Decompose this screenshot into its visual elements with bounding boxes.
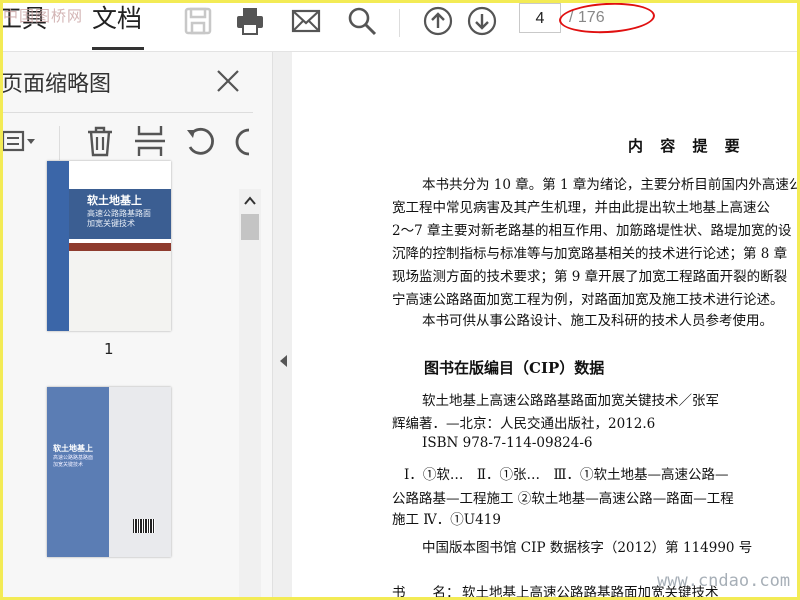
tab-tools[interactable]: 工具 (3, 3, 47, 51)
cip-line: Ⅰ．①软… Ⅱ．①张… Ⅲ．①软土地基—高速公路— (404, 467, 729, 483)
menu-icon[interactable] (3, 124, 37, 158)
cip-line: 辉编著．—北京：人民交通出版社，2012.6 (392, 416, 656, 432)
close-icon[interactable] (215, 68, 241, 94)
body-line: 2～7 章主要对新老路基的相互作用、加筋路堤性状、路堤加宽的设 (392, 223, 792, 239)
panel-divider (3, 112, 253, 113)
app-window: 工具 中国图桥网 文档 4 / 176 页面缩略图 软土地基上 高速公路路基路面… (0, 0, 800, 600)
thumbnail-title: 软土地基上 (87, 194, 142, 207)
panel-title: 页面缩略图 (1, 72, 112, 97)
body-line: 现场监测方面的技术要求；第 9 章开展了加宽工程路面开裂的断裂 (392, 269, 788, 285)
thumbnail-subtitle: 高速公路路基路面 加宽关键技术 (87, 209, 151, 228)
page-thumbnail-1[interactable]: 软土地基上 高速公路路基路面 加宽关键技术 (47, 161, 171, 331)
scroll-thumb[interactable] (241, 214, 259, 240)
book-name-label: 书 名： (392, 585, 460, 597)
search-icon[interactable] (347, 6, 377, 36)
toolbar-separator (399, 9, 400, 37)
cip-line: 中国版本图书馆 CIP 数据核字（2012）第 114990 号 (422, 540, 753, 556)
tab-document[interactable]: 文档 (92, 3, 142, 51)
document-page: 内 容 提 要 本书共分为 10 章。第 1 章为绪论，主要分析目前国内外高速公… (292, 52, 797, 597)
tool-separator (59, 126, 60, 160)
highlight-ellipse (558, 3, 656, 36)
arrow-down-circle-icon[interactable] (467, 6, 497, 36)
thumbnail-scrollbar[interactable] (239, 189, 261, 597)
body-line: 沉降的控制指标与标准等与加宽路基相关的技术进行论述；第 8 章 (392, 246, 788, 262)
arrow-up-circle-icon[interactable] (423, 6, 453, 36)
save-icon[interactable] (183, 6, 213, 36)
rotate-left-icon[interactable] (183, 124, 217, 158)
scroll-up-icon[interactable] (243, 193, 257, 207)
delete-icon[interactable] (83, 124, 117, 158)
site-watermark: www.cndao.com (657, 571, 791, 591)
cip-line: 公路路基—工程施工 ②软土地基—高速公路—路面—工程 (392, 491, 734, 507)
cip-line: 软土地基上高速公路路基路面加宽关键技术／张军 (422, 393, 719, 409)
thumbnail-subtitle: 高速公路路基路面 加宽关键技术 (53, 455, 94, 468)
toolbar: 工具 中国图桥网 文档 4 / 176 (3, 3, 797, 52)
body-line: 宽工程中常见病害及其产生机理，并由此提出软土地基上高速公 (392, 200, 770, 216)
page-thumbnail-2[interactable]: 软土地基上 高速公路路基路面 加宽关键技术 (47, 387, 171, 557)
body-line: 本书共分为 10 章。第 1 章为绪论，主要分析目前国内外高速公 (422, 177, 797, 193)
page-heading: 内 容 提 要 (628, 137, 746, 155)
cip-line: ISBN 978-7-114-09824-6 (422, 435, 593, 451)
crop-icon[interactable] (133, 124, 167, 158)
mail-icon[interactable] (291, 6, 321, 36)
current-page-input[interactable]: 4 (519, 3, 561, 33)
cip-line: 施工 Ⅳ．①U419 (392, 512, 501, 528)
thumbnail-page-number: 1 (104, 340, 114, 358)
body-line: 宁高速公路路面加宽工程为例，对路面加宽及施工技术进行论述。 (392, 292, 784, 308)
thumbnail-title: 软土地基上 (53, 444, 93, 453)
body-line: 本书可供从事公路设计、施工及科研的技术人员参考使用。 (422, 313, 773, 329)
barcode-image (133, 519, 155, 533)
active-tab-indicator (92, 47, 144, 50)
rotate-right-icon[interactable] (233, 124, 253, 158)
collapse-panel-icon[interactable] (278, 353, 288, 367)
cip-heading: 图书在版编目（CIP）数据 (424, 359, 605, 377)
print-icon[interactable] (235, 6, 265, 36)
